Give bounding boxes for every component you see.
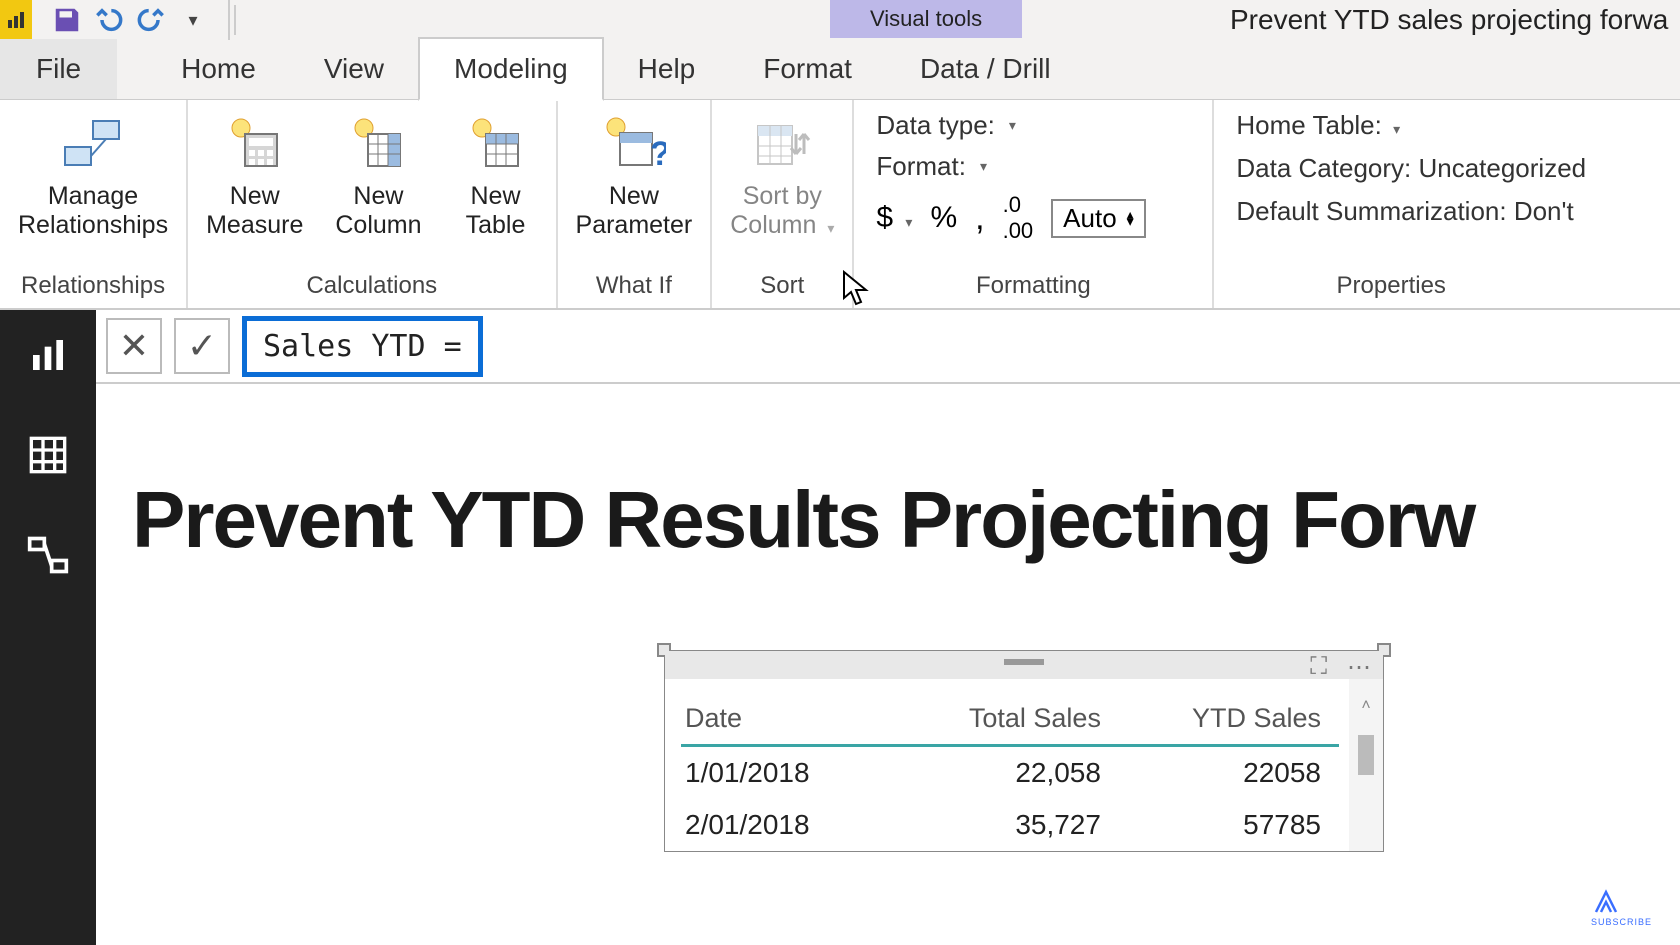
chevron-down-icon: ▾ <box>827 220 834 236</box>
title-bar: ▾ Visual tools Prevent YTD sales project… <box>0 0 1680 40</box>
column-icon <box>350 110 406 178</box>
decimal-places-stepper[interactable]: Auto ▴▾ <box>1051 199 1146 238</box>
ribbon-tabs: File Home View Modeling Help Format Data… <box>0 40 1680 100</box>
tab-help[interactable]: Help <box>604 39 730 99</box>
table-icon <box>468 110 524 178</box>
default-summarization-dropdown[interactable]: Default Summarization: Don't <box>1236 196 1586 227</box>
subscribe-badge: SUBSCRIBE <box>1591 887 1652 927</box>
new-column-button[interactable]: New Column <box>329 106 427 244</box>
parameter-icon: ? <box>602 110 666 178</box>
document-title: Prevent YTD sales projecting forwa <box>1230 4 1668 36</box>
tab-format[interactable]: Format <box>729 39 886 99</box>
data-category-dropdown[interactable]: Data Category: Uncategorized <box>1236 153 1586 184</box>
relationships-icon <box>61 110 125 178</box>
measure-icon <box>227 110 283 178</box>
group-label: Relationships <box>21 268 165 304</box>
scrollbar[interactable]: ˄ <box>1349 679 1383 851</box>
group-label: Properties <box>1236 268 1586 304</box>
table-row: 2/01/2018 35,727 57785 <box>681 799 1339 851</box>
report-view-button[interactable] <box>23 330 73 380</box>
group-label: Formatting <box>876 268 1190 304</box>
model-view-button[interactable] <box>23 530 73 580</box>
undo-button[interactable] <box>92 3 126 37</box>
table-visual[interactable]: ⛶ ⋯ Date Total Sales YTD Sales <box>664 650 1384 852</box>
tab-file[interactable]: File <box>0 39 117 99</box>
manage-relationships-button[interactable]: Manage Relationships <box>12 106 174 244</box>
group-formatting: Data type: ▾ Format: ▾ $ ▾ % , .0.00 Aut… <box>854 100 1214 308</box>
group-label: What If <box>596 268 672 304</box>
label: New Measure <box>206 182 303 240</box>
decimal-button[interactable]: .0.00 <box>1003 192 1034 244</box>
app-icon <box>0 0 32 40</box>
comma-button[interactable]: , <box>975 199 984 238</box>
group-label: Calculations <box>306 268 437 304</box>
data-table: Date Total Sales YTD Sales 1/01/2018 22,… <box>681 697 1339 851</box>
group-properties: Home Table: ▾ Data Category: Uncategoriz… <box>1214 100 1586 308</box>
label: New Column <box>335 182 421 240</box>
group-sort: Sort by Column ▾ Sort <box>712 100 854 308</box>
format-dropdown[interactable]: Format: ▾ <box>876 151 1190 182</box>
label: Manage Relationships <box>18 182 168 240</box>
save-button[interactable] <box>50 3 84 37</box>
redo-button[interactable] <box>134 3 168 37</box>
tab-data-drill[interactable]: Data / Drill <box>886 39 1085 99</box>
formula-bar: ✕ ✓ Sales YTD = <box>96 310 1680 384</box>
more-options-icon[interactable]: ⋯ <box>1347 653 1371 682</box>
visual-header[interactable]: ⛶ ⋯ <box>665 651 1383 679</box>
chevron-down-icon: ▾ <box>1393 121 1400 137</box>
group-label: Sort <box>760 268 804 304</box>
column-header[interactable]: Date <box>681 697 895 746</box>
data-type-dropdown[interactable]: Data type: ▾ <box>876 110 1190 141</box>
tab-view[interactable]: View <box>290 39 418 99</box>
group-relationships: Manage Relationships Relationships <box>0 100 188 308</box>
scroll-thumb[interactable] <box>1358 735 1374 775</box>
cancel-formula-button[interactable]: ✕ <box>106 318 162 374</box>
column-header[interactable]: Total Sales <box>895 697 1119 746</box>
sort-icon <box>752 110 812 178</box>
data-view-button[interactable] <box>23 430 73 480</box>
separator <box>234 5 236 35</box>
svg-text:?: ? <box>650 135 666 173</box>
table-row: 1/01/2018 22,058 22058 <box>681 746 1339 800</box>
scroll-up-icon[interactable]: ˄ <box>1361 697 1370 715</box>
commit-formula-button[interactable]: ✓ <box>174 318 230 374</box>
contextual-tab-label: Visual tools <box>830 0 1022 38</box>
sort-by-column-button[interactable]: Sort by Column ▾ <box>724 106 840 244</box>
new-measure-button[interactable]: New Measure <box>200 106 309 244</box>
home-table-dropdown[interactable]: Home Table: ▾ <box>1236 110 1586 141</box>
currency-button[interactable]: $ ▾ <box>876 201 912 235</box>
column-header[interactable]: YTD Sales <box>1119 697 1339 746</box>
report-canvas: ✕ ✓ Sales YTD = Prevent YTD Results Proj… <box>96 310 1680 945</box>
drag-grip-icon[interactable] <box>1004 659 1044 665</box>
chevron-down-icon: ▾ <box>980 158 987 175</box>
label: Sort by Column ▾ <box>730 182 834 240</box>
ribbon: Manage Relationships Relationships New M… <box>0 100 1680 310</box>
group-calculations: New Measure New Column New Table Calcula… <box>188 100 557 308</box>
qat-customize-dropdown[interactable]: ▾ <box>176 3 210 37</box>
left-nav <box>0 310 96 945</box>
formula-input[interactable]: Sales YTD = <box>242 316 483 377</box>
tab-home[interactable]: Home <box>147 39 290 99</box>
focus-mode-icon[interactable]: ⛶ <box>1310 653 1327 682</box>
page-title: Prevent YTD Results Projecting Forw <box>96 384 1680 566</box>
group-what-if: ? New Parameter What If <box>558 100 713 308</box>
tab-modeling[interactable]: Modeling <box>418 37 604 101</box>
quick-access-toolbar: ▾ <box>32 0 230 40</box>
main-area: ✕ ✓ Sales YTD = Prevent YTD Results Proj… <box>0 310 1680 945</box>
label: New Table <box>466 182 526 240</box>
chevron-down-icon: ▾ <box>1009 117 1016 134</box>
label: New Parameter <box>576 182 693 240</box>
new-parameter-button[interactable]: ? New Parameter <box>570 106 699 244</box>
percent-button[interactable]: % <box>930 201 957 235</box>
new-table-button[interactable]: New Table <box>448 106 544 244</box>
